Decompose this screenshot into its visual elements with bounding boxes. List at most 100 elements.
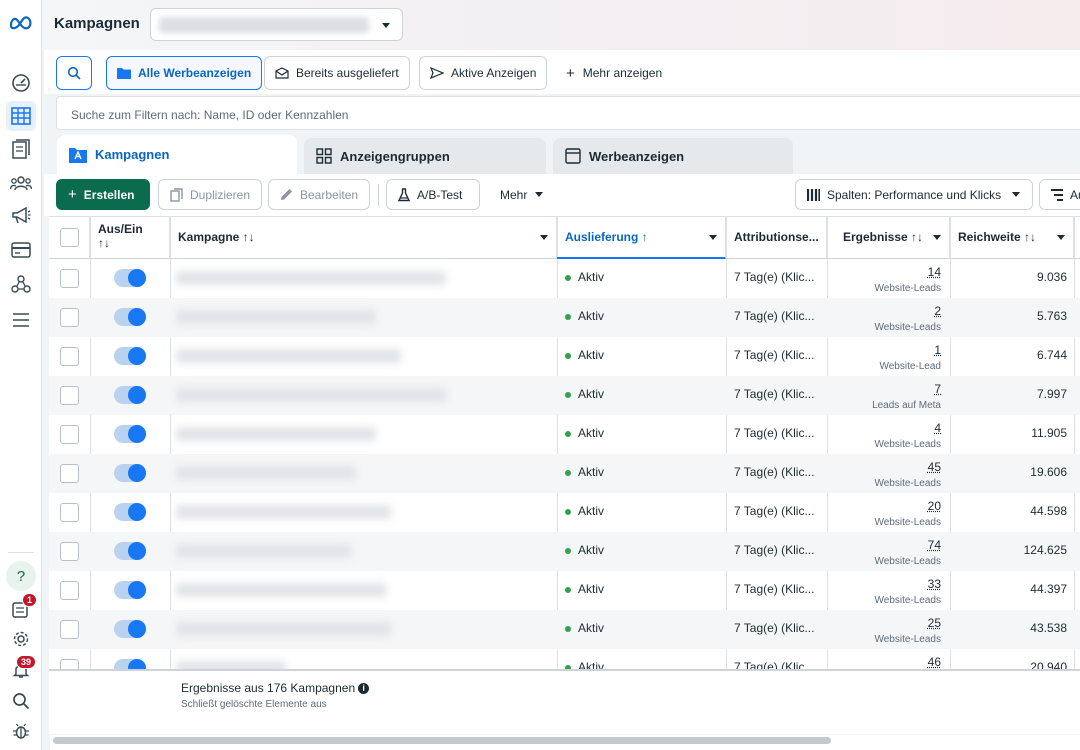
header-attribution-label: Attributionse...	[734, 230, 819, 244]
table-row[interactable]: Aktiv7 Tag(e) (Klic...20Website-Leads44.…	[49, 493, 1080, 532]
table-row[interactable]: Aktiv7 Tag(e) (Klic...2Website-Leads5.76…	[49, 298, 1080, 337]
row-checkbox[interactable]	[60, 425, 79, 444]
row-checkbox[interactable]	[60, 269, 79, 288]
results-value[interactable]: 74	[829, 538, 941, 552]
results-value[interactable]: 1	[829, 343, 941, 357]
campaign-name-redacted[interactable]	[176, 310, 376, 324]
table-row[interactable]: Aktiv7 Tag(e) (Klic...4Website-Leads11.9…	[49, 415, 1080, 454]
chevron-down-icon[interactable]	[933, 235, 941, 240]
reach-value: 5.763	[951, 309, 1067, 323]
ad-account-selector[interactable]	[150, 8, 403, 41]
billing-card-icon[interactable]	[6, 235, 36, 265]
campaign-table-icon[interactable]	[6, 101, 36, 131]
results-value[interactable]: 33	[829, 577, 941, 591]
bug-report-icon[interactable]	[6, 716, 36, 746]
results-value[interactable]: 46	[829, 655, 941, 669]
scrollbar-thumb[interactable]	[53, 737, 831, 744]
row-checkbox[interactable]	[60, 347, 79, 366]
chevron-down-icon[interactable]	[709, 235, 717, 240]
campaign-name-redacted[interactable]	[176, 544, 351, 558]
columns-dropdown[interactable]: Spalten: Performance und Klicks	[795, 179, 1033, 210]
campaign-name-redacted[interactable]	[176, 271, 446, 285]
campaign-on-off-toggle[interactable]	[114, 581, 146, 599]
table-row[interactable]: Aktiv7 Tag(e) (Klic...33Website-Leads44.…	[49, 571, 1080, 610]
business-network-icon[interactable]	[6, 269, 36, 299]
campaign-on-off-toggle[interactable]	[114, 308, 146, 326]
campaign-on-off-toggle[interactable]	[114, 425, 146, 443]
results-value[interactable]: 25	[829, 616, 941, 630]
edit-button[interactable]: Bearbeiten	[268, 179, 370, 210]
ab-test-button[interactable]: A/B-Test	[386, 179, 480, 210]
campaign-on-off-toggle[interactable]	[114, 347, 146, 365]
header-campaign[interactable]: Kampagne ↑↓	[170, 217, 557, 259]
table-row[interactable]: Aktiv7 Tag(e) (Klic...14Website-Leads9.0…	[49, 259, 1080, 298]
results-value[interactable]: 20	[829, 499, 941, 513]
help-icon[interactable]: ?	[6, 561, 36, 591]
meta-logo-icon[interactable]	[6, 8, 36, 38]
menu-icon[interactable]	[6, 305, 36, 335]
header-results[interactable]: Ergebnisse ↑↓	[827, 217, 950, 259]
chevron-down-icon[interactable]	[540, 235, 548, 240]
campaign-name-redacted[interactable]	[176, 349, 401, 363]
row-checkbox[interactable]	[60, 503, 79, 522]
filter-active-ads[interactable]: Aktive Anzeigen	[419, 56, 547, 90]
campaign-name-redacted[interactable]	[176, 427, 376, 441]
row-checkbox[interactable]	[60, 542, 79, 561]
campaign-on-off-toggle[interactable]	[114, 620, 146, 638]
select-all-checkbox[interactable]	[60, 228, 79, 247]
search-input[interactable]: Suche zum Filtern nach: Name, ID oder Ke…	[56, 96, 1080, 130]
more-actions-dropdown[interactable]: Mehr	[500, 179, 543, 210]
campaign-on-off-toggle[interactable]	[114, 464, 146, 482]
breakdown-dropdown[interactable]: Au	[1039, 179, 1080, 210]
row-checkbox[interactable]	[60, 581, 79, 600]
chevron-down-icon[interactable]	[1057, 235, 1065, 240]
campaign-name-redacted[interactable]	[176, 388, 446, 402]
campaign-name-redacted[interactable]	[176, 622, 391, 636]
campaign-on-off-toggle[interactable]	[114, 542, 146, 560]
row-checkbox[interactable]	[60, 386, 79, 405]
table-row[interactable]: Aktiv7 Tag(e) (Klic...74Website-Leads124…	[49, 532, 1080, 571]
results-value[interactable]: 4	[829, 421, 941, 435]
filter-already-delivered[interactable]: Bereits ausgeliefert	[264, 56, 410, 90]
row-checkbox[interactable]	[60, 308, 79, 327]
campaign-name-redacted[interactable]	[176, 466, 356, 480]
pages-icon[interactable]	[6, 134, 36, 164]
table-row[interactable]: Aktiv7 Tag(e) (Klic...45Website-Leads19.…	[49, 454, 1080, 493]
results-value[interactable]: 7	[829, 382, 941, 396]
campaign-on-off-toggle[interactable]	[114, 386, 146, 404]
duplicate-button[interactable]: Duplizieren	[158, 179, 262, 210]
top-bar: Kampagnen	[42, 0, 1080, 50]
campaign-name-redacted[interactable]	[176, 583, 386, 597]
show-more-filters[interactable]: + Mehr anzeigen	[566, 56, 662, 90]
filter-all-ads[interactable]: Alle Werbeanzeigen	[106, 56, 262, 90]
row-checkbox[interactable]	[60, 620, 79, 639]
table-row[interactable]: Aktiv7 Tag(e) (Klic...7Leads auf Meta7.9…	[49, 376, 1080, 415]
campaign-on-off-toggle[interactable]	[114, 269, 146, 287]
row-checkbox[interactable]	[60, 464, 79, 483]
search-icon[interactable]	[6, 686, 36, 716]
horizontal-scrollbar[interactable]	[50, 735, 1080, 750]
search-toggle-button[interactable]	[56, 56, 92, 90]
results-cell: 20Website-Leads	[829, 499, 941, 528]
header-reach[interactable]: Reichweite ↑↓	[950, 217, 1074, 259]
audiences-icon[interactable]	[6, 168, 36, 198]
header-attribution[interactable]: Attributionse...	[726, 217, 827, 259]
create-button[interactable]: + Erstellen	[56, 179, 150, 210]
search-row: Suche zum Filtern nach: Name, ID oder Ke…	[44, 94, 1080, 132]
results-value[interactable]: 14	[829, 265, 941, 279]
info-icon[interactable]: i	[358, 683, 369, 694]
settings-gear-icon[interactable]	[6, 624, 36, 654]
tab-campaigns[interactable]: Kampagnen	[57, 135, 297, 174]
campaign-on-off-toggle[interactable]	[114, 503, 146, 521]
results-value[interactable]: 45	[829, 460, 941, 474]
campaign-name-redacted[interactable]	[176, 505, 391, 519]
table-row[interactable]: Aktiv7 Tag(e) (Klic...1Website-Lead6.744	[49, 337, 1080, 376]
dashboard-icon[interactable]	[6, 68, 36, 98]
table-row[interactable]: Aktiv7 Tag(e) (Klic...25Website-Leads43.…	[49, 610, 1080, 649]
header-delivery[interactable]: Auslieferung ↑	[557, 217, 726, 259]
megaphone-icon[interactable]	[6, 201, 36, 231]
header-toggle[interactable]: Aus/Ein ↑↓	[90, 217, 170, 259]
tab-ads[interactable]: Werbeanzeigen	[553, 138, 793, 174]
results-value[interactable]: 2	[829, 304, 941, 318]
tab-adsets[interactable]: Anzeigengruppen	[304, 138, 546, 174]
